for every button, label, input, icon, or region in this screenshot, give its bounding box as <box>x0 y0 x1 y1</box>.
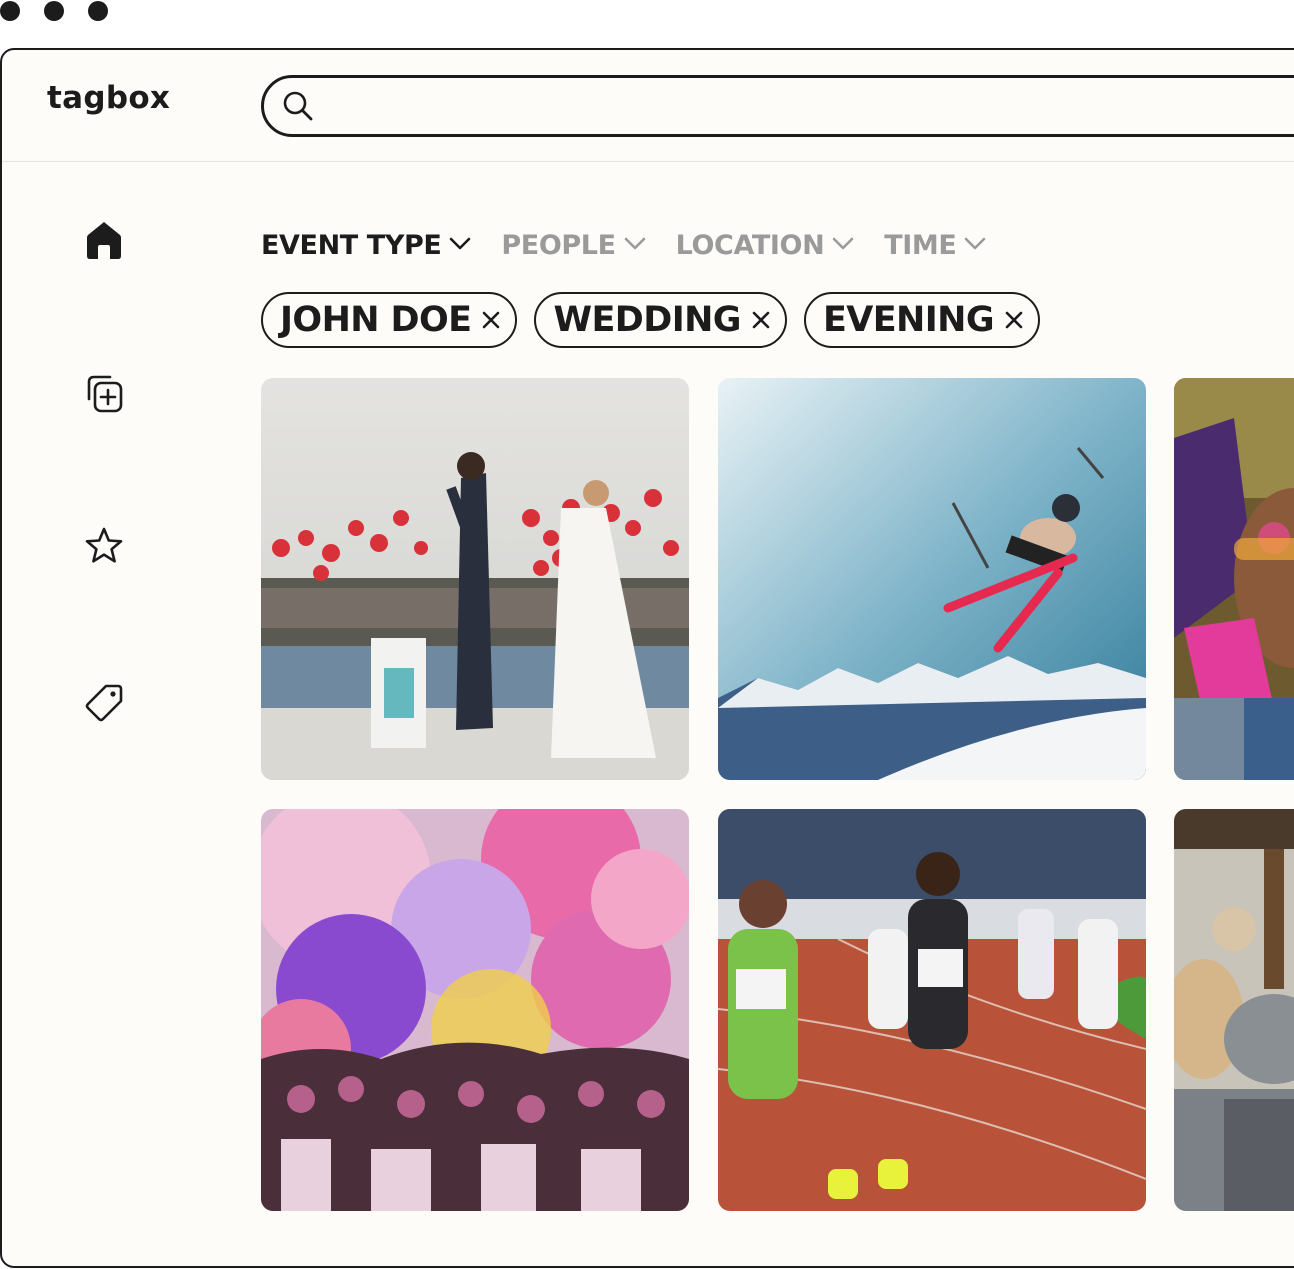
chevron-down-icon <box>449 237 471 256</box>
gallery-photo-gathering[interactable] <box>1174 809 1294 1211</box>
filter-chip: JOHN DOE <box>261 292 518 348</box>
filter-time[interactable]: TIME <box>884 230 986 261</box>
filter-label: LOCATION <box>675 229 825 261</box>
filter-chip: EVENING <box>803 292 1040 348</box>
chip-label: JOHN DOE <box>280 300 472 340</box>
sidebar-item-tags[interactable] <box>80 680 128 728</box>
close-icon[interactable] <box>1002 308 1026 332</box>
gallery-photo-runners[interactable] <box>718 809 1146 1211</box>
chevron-down-icon <box>832 237 854 256</box>
filter-label: PEOPLE <box>501 229 616 261</box>
chevron-down-icon <box>624 237 646 256</box>
search-bar[interactable] <box>261 75 1294 137</box>
add-collection-icon <box>83 373 125 420</box>
window-control-dot <box>0 1 20 21</box>
app-logo[interactable]: tagbox <box>47 80 170 116</box>
chip-label: WEDDING <box>553 300 741 340</box>
sidebar-item-home[interactable] <box>80 218 128 266</box>
sidebar-item-favorites[interactable] <box>80 524 128 572</box>
tag-icon <box>84 682 124 727</box>
filter-chip: WEDDING <box>534 292 787 348</box>
close-icon[interactable] <box>479 308 503 332</box>
chevron-down-icon <box>964 237 986 256</box>
home-icon <box>85 220 123 265</box>
filter-event-type[interactable]: EVENT TYPE <box>261 230 471 261</box>
star-icon <box>84 526 124 571</box>
active-filter-chips: JOHN DOE WEDDING EVENING <box>261 292 1057 348</box>
filter-label: EVENT TYPE <box>261 229 442 261</box>
gallery-photo-color-festival[interactable] <box>261 809 689 1211</box>
gallery-photo-festival[interactable] <box>1174 378 1294 780</box>
gallery-photo-skier[interactable] <box>718 378 1146 780</box>
filter-people[interactable]: PEOPLE <box>501 230 645 261</box>
app-window: tagbox EVENT TYPE PEOPLE LOCATION TIME J… <box>0 48 1294 1268</box>
chip-label: EVENING <box>822 300 995 340</box>
header: tagbox <box>2 50 1294 162</box>
search-icon <box>282 90 314 127</box>
sidebar-item-add-collection[interactable] <box>80 372 128 420</box>
window-control-dot <box>88 1 108 21</box>
search-input[interactable] <box>326 88 1226 124</box>
filter-label: TIME <box>884 229 957 261</box>
close-icon[interactable] <box>749 308 773 332</box>
window-control-dot <box>44 1 64 21</box>
gallery-photo-wedding[interactable] <box>261 378 689 780</box>
filter-bar: EVENT TYPE PEOPLE LOCATION TIME <box>261 224 1016 266</box>
filter-location[interactable]: LOCATION <box>676 230 855 261</box>
